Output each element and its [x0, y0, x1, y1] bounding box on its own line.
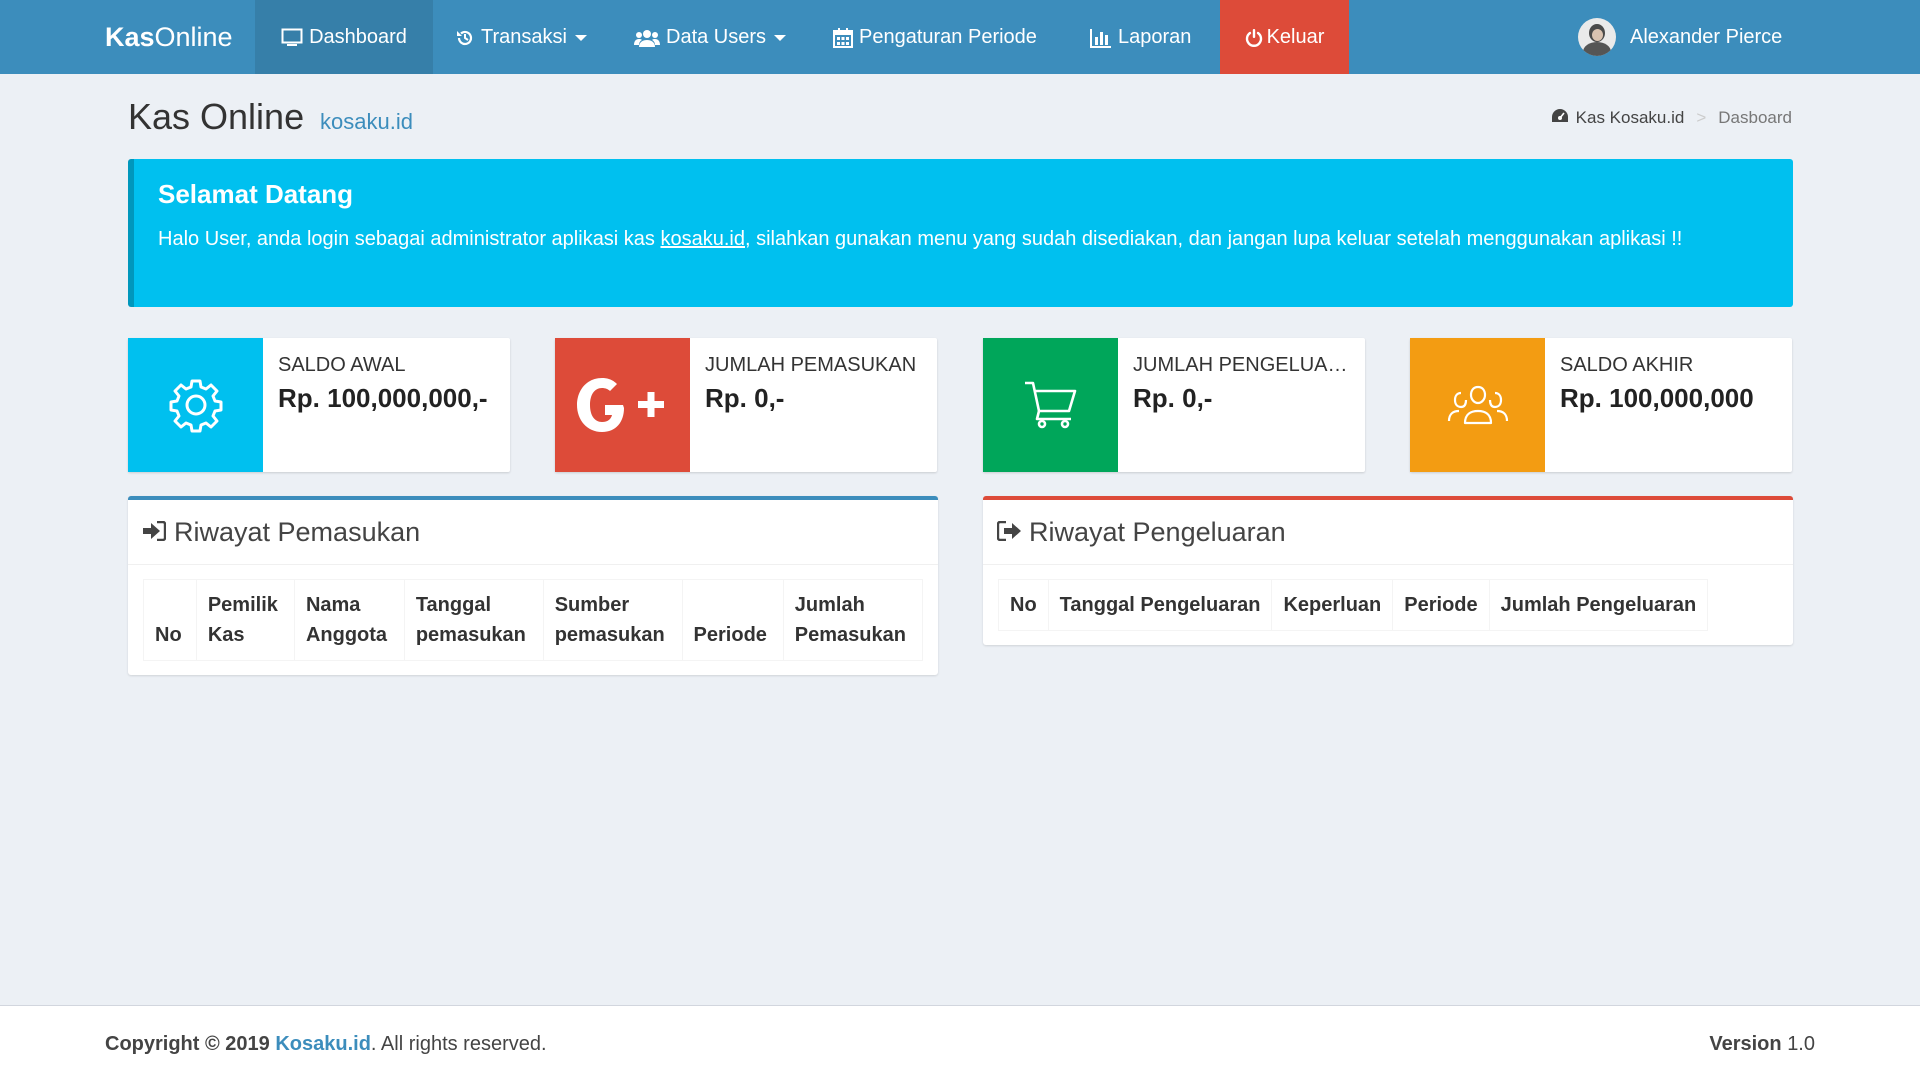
column-header[interactable]: Nama Anggota [293, 579, 405, 661]
riwayat-pengeluaran-box: Riwayat Pengeluaran No Tanggal Pengeluar… [983, 496, 1793, 645]
breadcrumb: Kas Kosaku.id > Dasboard [1551, 108, 1792, 128]
breadcrumb-current: Dasboard [1718, 108, 1792, 127]
nav-dashboard-label: Dashboard [309, 26, 407, 48]
nav-keluar[interactable]: Keluar [1220, 0, 1349, 74]
copyright: Copyright © 2019 Kosaku.id. All rights r… [105, 1033, 547, 1055]
page-subtitle: kosaku.id [320, 109, 413, 134]
box-title: Riwayat Pengeluaran [1029, 516, 1286, 547]
column-header[interactable]: Jumlah Pengeluaran [1488, 579, 1709, 631]
info-box-saldo-akhir: SALDO AKHIR Rp. 100,000,000 [1410, 338, 1792, 472]
breadcrumb-home[interactable]: Kas Kosaku.id [1576, 108, 1685, 128]
user-name: Alexander Pierce [1630, 25, 1783, 48]
version: Version 1.0 [1709, 1033, 1815, 1055]
sign-out-icon [996, 517, 1021, 548]
column-header[interactable]: No [143, 579, 197, 661]
callout-link[interactable]: kosaku.id [661, 228, 746, 250]
users-icon [634, 28, 660, 48]
nav-dashboard[interactable]: Dashboard [255, 0, 433, 74]
breadcrumb-separator: > [1696, 108, 1707, 127]
nav-data-users-label: Data Users [666, 26, 767, 48]
pengeluaran-table: No Tanggal Pengeluaran Keperluan Periode… [998, 579, 1709, 631]
column-header[interactable]: Periode [1392, 579, 1490, 631]
info-value: Rp. 0,- [705, 383, 785, 413]
column-header[interactable]: No [998, 579, 1049, 631]
dashboard-icon [1551, 108, 1569, 128]
info-box-jumlah-pemasukan: JUMLAH PEMASUKAN Rp. 0,- [555, 338, 937, 472]
info-label: SALDO AKHIR [1560, 354, 1694, 376]
footer: Copyright © 2019 Kosaku.id. All rights r… [0, 1005, 1920, 1081]
column-header[interactable]: Periode [681, 579, 784, 661]
info-value: Rp. 100,000,000,- [278, 383, 488, 413]
avatar [1578, 18, 1616, 56]
nav-transaksi[interactable]: Transaksi [455, 0, 587, 74]
nav-data-users[interactable]: Data Users [634, 0, 787, 74]
nav-laporan-label: Laporan [1118, 26, 1192, 48]
riwayat-pemasukan-box: Riwayat Pemasukan No Pemilik Kas Nama An… [128, 496, 938, 675]
info-box-saldo-awal: SALDO AWAL Rp. 100,000,000,- [128, 338, 510, 472]
column-header[interactable]: Keperluan [1271, 579, 1394, 631]
box-header: Riwayat Pemasukan [128, 500, 938, 565]
bar-chart-icon [1090, 28, 1112, 48]
info-value: Rp. 100,000,000 [1560, 383, 1754, 413]
people-icon [1410, 338, 1545, 472]
info-label: JUMLAH PEMASUKAN [705, 354, 917, 376]
column-header[interactable]: Tanggal pemasukan [403, 579, 544, 661]
power-icon [1245, 28, 1263, 48]
box-header: Riwayat Pengeluaran [983, 500, 1793, 565]
sign-in-icon [142, 517, 167, 548]
page-title: Kas Online [128, 96, 305, 137]
nav-laporan[interactable]: Laporan [1090, 0, 1191, 74]
brand-logo[interactable]: KasOnline [105, 0, 233, 74]
pemasukan-table: No Pemilik Kas Nama Anggota Tanggal pema… [143, 579, 924, 661]
column-header[interactable]: Jumlah Pemasukan [782, 579, 924, 661]
box-title: Riwayat Pemasukan [174, 516, 421, 547]
gear-icon [128, 338, 263, 472]
info-box-jumlah-pengeluaran: JUMLAH PENGELUARAN Rp. 0,- [983, 338, 1365, 472]
footer-link[interactable]: Kosaku.id [275, 1033, 371, 1055]
info-value: Rp. 0,- [1133, 383, 1213, 413]
column-header[interactable]: Sumber pemasukan [542, 579, 683, 661]
welcome-callout: Selamat Datang Halo User, anda login seb… [128, 159, 1793, 307]
history-icon [455, 28, 475, 48]
nav-pengaturan-periode-label: Pengaturan Periode [859, 26, 1037, 48]
column-header[interactable]: Pemilik Kas [195, 579, 295, 661]
caret-down-icon [774, 34, 787, 41]
info-label: SALDO AWAL [278, 354, 406, 376]
nav-pengaturan-periode[interactable]: Pengaturan Periode [833, 0, 1037, 74]
column-header[interactable]: Tanggal Pengeluaran [1047, 579, 1273, 631]
callout-text: Halo User, anda login sebagai administra… [158, 228, 1683, 250]
info-label: JUMLAH PENGELUARAN [1133, 354, 1355, 376]
google-plus-icon [555, 338, 690, 472]
shopping-cart-icon [983, 338, 1118, 472]
caret-down-icon [574, 34, 587, 41]
nav-keluar-label: Keluar [1266, 26, 1325, 48]
nav-transaksi-label: Transaksi [481, 26, 567, 48]
user-menu[interactable]: Alexander Pierce [1578, 0, 1782, 74]
callout-title: Selamat Datang [158, 179, 354, 209]
calendar-icon [833, 27, 853, 48]
desktop-icon [281, 28, 303, 48]
top-navbar: KasOnline Dashboard Transaksi Data Users… [0, 0, 1920, 74]
